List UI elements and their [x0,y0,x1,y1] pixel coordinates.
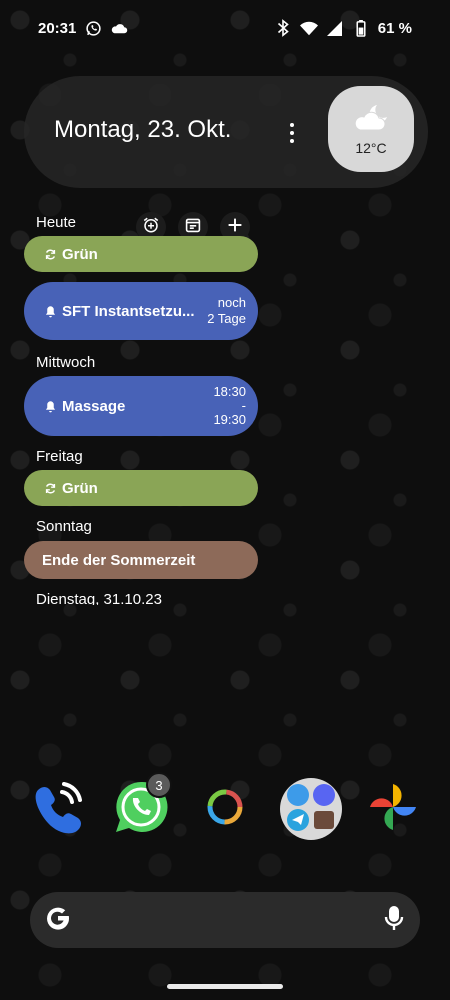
wifi-icon [299,19,318,37]
event-title: Grün [62,245,98,263]
event-sommerzeit[interactable]: Ende der Sommerzeit [24,541,258,579]
app-folder[interactable] [280,778,342,840]
battery-icon [352,19,370,37]
gesture-navigation-bar[interactable] [167,984,283,989]
google-search-bar[interactable] [30,892,420,948]
google-g-icon [44,904,72,937]
whatsapp-app[interactable]: 3 [110,772,172,840]
event-start-time: 18:30 [213,384,246,399]
calendar-icon [185,217,201,238]
dot [290,123,294,127]
phone-app[interactable] [26,778,88,840]
event-title: SFT Instantsetzu... [62,302,195,320]
more-options-button[interactable] [280,118,304,148]
mic-icon[interactable] [384,904,404,937]
event-gruen-friday[interactable]: Grün [24,470,258,506]
event-sft[interactable]: SFT Instantsetzu... noch 2 Tage [24,282,258,340]
circle-app-icon [205,787,245,832]
bluetooth-icon [274,19,292,37]
dot [290,131,294,135]
app-dock: 3 [0,772,450,844]
status-time: 20:31 [38,19,77,37]
event-time: noch 2 Tage [207,295,246,327]
event-title: Massage [62,397,126,415]
event-title: Ende der Sommerzeit [42,551,196,569]
folder-icon [282,778,340,841]
day-label-friday: Freitag [36,448,83,465]
whatsapp-icon [84,19,102,37]
bell-icon [42,398,58,414]
day-label-today: Heute [36,214,77,231]
signal-icon [326,19,344,37]
event-end-time: 19:30 [213,412,246,427]
date-label[interactable]: Montag, 23. Okt. [54,116,231,144]
plus-icon [227,217,243,238]
dot [290,139,294,143]
day-label-next: Dienstag, 31.10.23 [36,591,162,605]
bell-icon [42,303,58,319]
photos-app[interactable] [362,778,424,840]
cloud-icon [110,19,128,37]
circle-app[interactable] [194,778,256,840]
event-time-separator: - [241,398,246,413]
partly-cloudy-night-icon [351,103,391,138]
event-meta-line1: noch [217,295,246,310]
weather-temperature: 12°C [355,139,387,156]
battery-percent: 61 % [377,19,412,37]
phone-icon [28,778,86,841]
event-title: Grün [62,479,98,497]
event-time: 18:30 - 19:30 [213,385,246,427]
day-label-sunday: Sonntag [36,518,92,535]
event-gruen-today[interactable]: Grün [24,236,258,272]
sync-icon [42,480,58,496]
day-label-wednesday: Mittwoch [36,354,96,371]
status-bar: 20:31 61 % [0,0,450,56]
weather-widget[interactable]: 12°C [328,86,414,172]
event-massage[interactable]: Massage 18:30 - 19:30 [24,376,258,436]
photos-icon [364,778,422,841]
notification-badge: 3 [146,772,172,798]
sync-icon [42,246,58,262]
event-meta-line2: 2 Tage [207,311,246,326]
